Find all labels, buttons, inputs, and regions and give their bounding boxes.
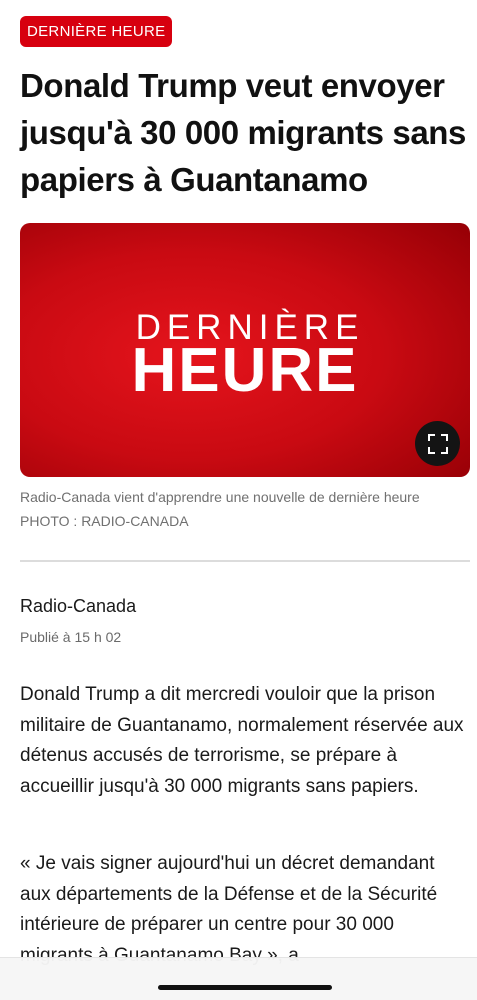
publish-time: Publié à 15 h 02 [20, 629, 122, 645]
article-author[interactable]: Radio-Canada [20, 594, 136, 618]
article-paragraph: « Je vais signer aujourd'hui un décret d… [20, 853, 438, 966]
article-page: DERNIÈRE HEURE Donald Trump veut envoyer… [0, 0, 477, 1000]
bottom-toolbar [0, 957, 477, 1000]
home-indicator[interactable] [158, 985, 332, 990]
hero-image[interactable]: DERNIÈRE HEURE [20, 223, 470, 477]
divider [20, 560, 470, 562]
article-paragraph: Donald Trump a dit mercredi vouloir que … [20, 684, 464, 797]
image-caption: Radio-Canada vient d'apprendre une nouve… [20, 489, 420, 505]
breaking-news-badge[interactable]: DERNIÈRE HEURE [20, 16, 173, 47]
article-headline: Donald Trump veut envoyer jusqu'à 30 000… [20, 67, 467, 198]
hero-text-line2: HEURE [131, 336, 359, 405]
photo-credit: PHOTO : RADIO-CANADA [20, 513, 189, 529]
expand-image-button[interactable] [415, 421, 460, 466]
expand-icon [427, 433, 448, 454]
